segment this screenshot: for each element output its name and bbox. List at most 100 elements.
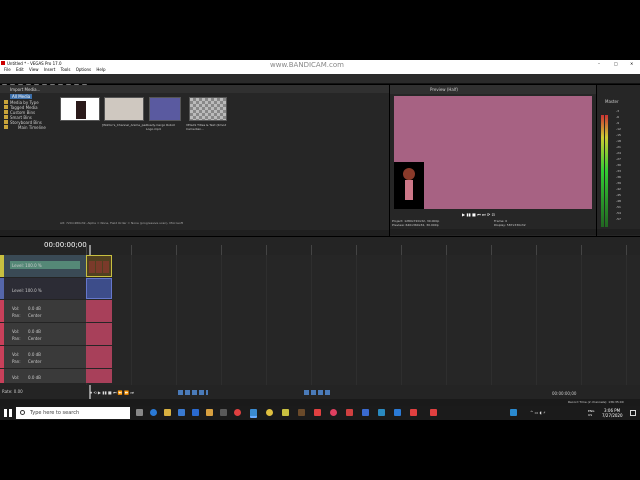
video-clip-2[interactable] xyxy=(86,278,112,299)
timeline-timecode: 00:00:00;00 xyxy=(44,241,87,249)
menu-file[interactable]: File xyxy=(4,67,11,72)
video-track-level-2: Level: 100.0 % xyxy=(12,288,42,293)
preview-preview-info: Preview: 640x360x32, 30.000p xyxy=(392,223,439,227)
app-icon-5[interactable] xyxy=(298,409,305,416)
audio-pan-label-2: Pan: xyxy=(12,336,21,341)
main-toolbar xyxy=(0,74,640,89)
edge-icon[interactable] xyxy=(150,409,157,416)
vegas-icon[interactable] xyxy=(250,409,257,418)
tree-item-main-timeline[interactable]: Main Timeline xyxy=(18,125,46,130)
preview-quality-dropdown[interactable]: Preview (Half) xyxy=(430,87,458,92)
media-thumb-4[interactable] xyxy=(189,97,227,121)
notification-icon[interactable] xyxy=(630,410,636,416)
app-icon-4[interactable] xyxy=(282,409,289,416)
audio-pan-value-1: Center xyxy=(28,313,42,318)
window-title: Untitled * - VEGAS Pro 17.0 xyxy=(7,61,62,66)
meter-scale-label: -57 xyxy=(616,217,621,221)
media-thumb-2[interactable] xyxy=(104,97,144,121)
search-input: Type here to search xyxy=(30,410,80,416)
store-icon[interactable] xyxy=(178,409,185,416)
media-name-2: [Wiktor's_Channel_Anime_part_1]_Youtube5… xyxy=(102,123,146,127)
audio-vol-value-4: 0.0 dB xyxy=(28,375,41,380)
language-indicator[interactable]: ENG US xyxy=(588,409,594,417)
app-icon-13[interactable] xyxy=(430,409,437,416)
app-icon-10[interactable] xyxy=(378,409,385,416)
audio-vol-label-4: Vol: xyxy=(12,375,20,380)
video-track-header-2[interactable]: Level: 100.0 % xyxy=(0,278,86,299)
meter-scale-label: -42 xyxy=(616,187,621,191)
transport-buttons[interactable]: ⏺ ⟲ ▶ ▮▮ ■ ⏮ ⏪ ⏩ ⏭ xyxy=(90,390,134,395)
character-body-icon xyxy=(405,180,413,200)
file-explorer-icon[interactable] xyxy=(164,409,171,416)
audio-clip-3[interactable] xyxy=(86,346,112,368)
timeline-tracks-grid[interactable] xyxy=(86,255,640,385)
app-icon-12[interactable] xyxy=(410,409,417,416)
app-icon-14[interactable] xyxy=(510,409,517,416)
meter-scale-label: -3 xyxy=(616,109,619,113)
mail-icon[interactable] xyxy=(192,409,199,416)
audio-track-header-2[interactable]: Vol: 0.0 dB Pan: Center xyxy=(0,323,86,345)
app-icon-9[interactable] xyxy=(362,409,369,416)
media-name-4: VEGAS Titles & Text (Kmod Camedian... xyxy=(186,123,227,131)
close-button[interactable]: ✕ xyxy=(630,61,633,66)
preview-character xyxy=(394,162,424,209)
app-icon xyxy=(1,61,5,65)
windows-start-icon[interactable] xyxy=(4,409,12,417)
taskbar-search[interactable]: Type here to search xyxy=(16,407,130,419)
meter-scale-label: -21 xyxy=(616,145,621,149)
audio-vol-label-2: Vol: xyxy=(12,329,20,334)
app-icon-2[interactable] xyxy=(220,409,227,416)
audio-clip-2[interactable] xyxy=(86,323,112,345)
task-view-icon[interactable] xyxy=(136,409,143,416)
rate-label: Rate: 0.00 xyxy=(2,389,23,394)
search-icon xyxy=(20,410,25,415)
meter-scale-label: -45 xyxy=(616,193,621,197)
timeline-area: 00:00:00;00 Level: 100.0 % Level: 100.0 … xyxy=(0,237,640,399)
master-meter-right xyxy=(605,115,608,227)
menu-insert[interactable]: Insert xyxy=(44,67,55,72)
menu-help[interactable]: Help xyxy=(96,67,105,72)
timeline-ruler[interactable] xyxy=(86,245,640,255)
end-timecode: 00:00:00;00 xyxy=(552,391,577,396)
master-bus-panel: Master -3 -6 -9 -12 -15 -18 -21 -24 -27 -30 -33 -36… xyxy=(597,85,640,246)
audio-clip-1[interactable] xyxy=(86,300,112,322)
meter-scale-label: -15 xyxy=(616,133,621,137)
app-icon-6[interactable] xyxy=(314,409,321,416)
media-thumb-1[interactable] xyxy=(60,97,100,121)
watermark: www.BANDICAM.com xyxy=(270,61,344,69)
app-icon-3[interactable] xyxy=(234,409,241,416)
menu-edit[interactable]: Edit xyxy=(16,67,24,72)
audio-clip-4[interactable] xyxy=(86,369,112,383)
play-button[interactable]: ▶ ▮▮ ■ ⏮ ⏭ ⟳ ⊡ xyxy=(462,212,495,217)
app-icon-1[interactable] xyxy=(206,409,213,416)
maximize-button[interactable]: □ xyxy=(614,61,618,66)
clock-date[interactable]: 7/27/2020 xyxy=(602,413,623,418)
tree-item-all-media[interactable]: All Media xyxy=(10,94,33,99)
app-icon-7[interactable] xyxy=(330,409,337,416)
audio-track-header-4[interactable]: Vol: 0.0 dB xyxy=(0,369,86,383)
audio-vol-value-2: 0.0 dB xyxy=(28,329,41,334)
snap-tools-icon[interactable] xyxy=(304,390,330,395)
video-track-header-1[interactable]: Level: 100.0 % xyxy=(0,255,86,277)
app-icon-8[interactable] xyxy=(346,409,353,416)
record-time: Record Time (2 channels): 136:35:00 xyxy=(568,400,624,404)
audio-track-header-3[interactable]: Vol: 0.0 dB Pan: Center xyxy=(0,346,86,368)
preview-tabs: Video PreviewTrimmer xyxy=(390,229,596,246)
menu-tools[interactable]: Tools xyxy=(61,67,71,72)
preview-display-info: Display: 587x330x32 xyxy=(494,223,526,227)
import-media-button[interactable]: Import Media... xyxy=(10,87,40,92)
app-icon-11[interactable] xyxy=(394,409,401,416)
media-thumb-3[interactable] xyxy=(149,97,181,121)
minimize-button[interactable]: – xyxy=(598,61,600,66)
character-figure-icon xyxy=(76,101,86,119)
menu-view[interactable]: View xyxy=(29,67,39,72)
clip-thumb-icon xyxy=(96,261,102,273)
folder-icon xyxy=(4,100,8,130)
tray-icons[interactable]: ^ ▭ ◖ ⚡ xyxy=(530,410,546,415)
video-clip-1[interactable] xyxy=(86,255,112,277)
audio-track-header-1[interactable]: Vol: 0.0 dB Pan: Center xyxy=(0,300,86,322)
edit-tools-icon[interactable] xyxy=(178,390,208,395)
menu-options[interactable]: Options xyxy=(76,67,91,72)
clip-thumb-icon xyxy=(103,261,109,273)
chrome-icon[interactable] xyxy=(266,409,273,416)
